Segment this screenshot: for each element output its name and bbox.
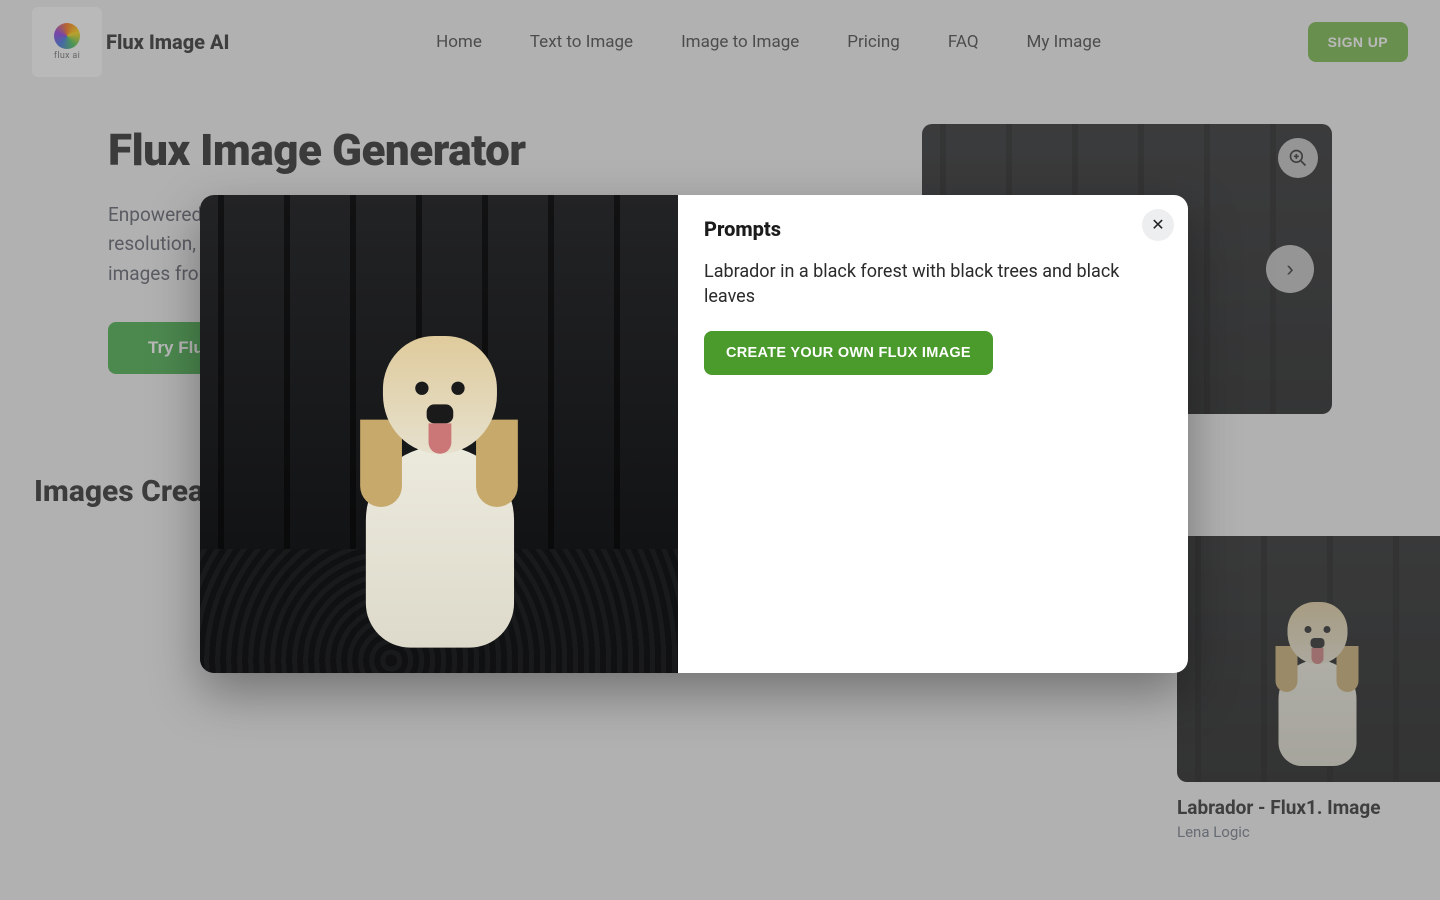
modal-close-button[interactable]: ✕ bbox=[1142, 209, 1174, 241]
prompt-modal: ✕ Prompts Labrador in a black forest wit… bbox=[200, 195, 1188, 673]
create-image-button[interactable]: CREATE YOUR OWN FLUX IMAGE bbox=[704, 331, 993, 375]
close-icon: ✕ bbox=[1151, 215, 1164, 235]
modal-prompt-text: Labrador in a black forest with black tr… bbox=[704, 259, 1162, 309]
modal-heading: Prompts bbox=[704, 217, 1162, 241]
labrador-illustration bbox=[349, 336, 530, 659]
modal-image bbox=[200, 195, 678, 673]
modal-content: ✕ Prompts Labrador in a black forest wit… bbox=[678, 195, 1188, 673]
